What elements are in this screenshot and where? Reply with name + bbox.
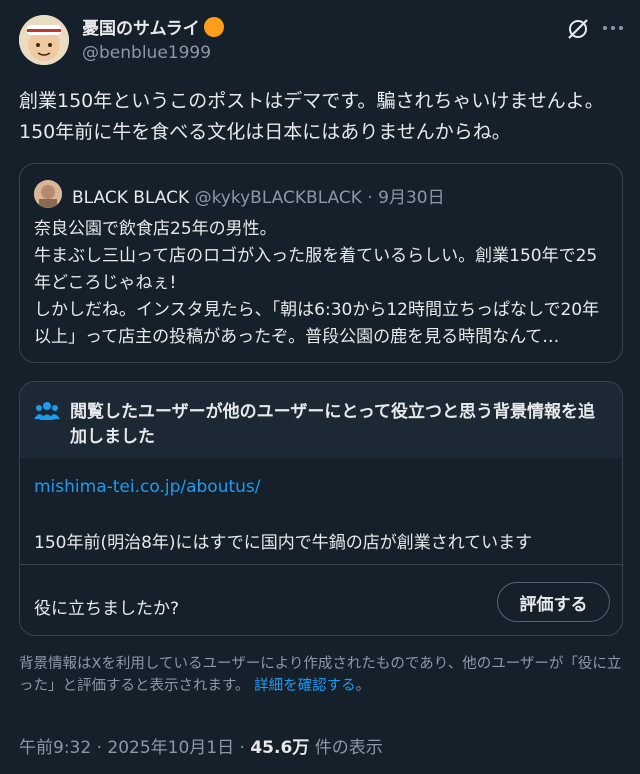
post-text: 創業150年というこのポストはデマです。騙されちゃいけませんよ。 150年前に牛… <box>19 90 604 143</box>
post-meta: 午前9:32 · 2025年10月1日 · 45.6万 件の表示 <box>19 733 383 758</box>
quote-author-avatar <box>34 180 62 208</box>
community-note: 閲覧したユーザーが他のユーザーにとって役立つと思う背景情報を追加しました mis… <box>19 381 623 636</box>
rate-button[interactable]: 評価する <box>497 582 610 622</box>
more-options-icon[interactable] <box>600 18 626 38</box>
quoted-post[interactable]: BLACK BLACK @kykyBLACKBLACK · 9月30日 奈良公園… <box>19 163 623 363</box>
quote-author-handle: @kykyBLACKBLACK <box>194 188 362 208</box>
note-source-link[interactable]: mishima-tei.co.jp/aboutus/ <box>34 477 261 497</box>
note-footnote: 背景情報はXを利用しているユーザーにより作成されたものであり、他のユーザーが「役… <box>19 653 624 697</box>
quote-text: 奈良公園で飲食店25年の男性。 牛まぶし三山って店のロゴが入った服を着ているらし… <box>34 219 600 347</box>
grok-icon[interactable] <box>565 16 591 42</box>
learn-more-link[interactable]: 詳細を確認する <box>254 678 356 694</box>
people-icon <box>34 402 60 420</box>
post-date[interactable]: 2025年10月1日 <box>107 738 234 758</box>
note-title: 閲覧したユーザーが他のユーザーにとって役立つと思う背景情報を追加しました <box>70 402 595 447</box>
helpful-question: 役に立ちましたか? <box>34 599 180 619</box>
quote-avatar-image <box>34 180 62 208</box>
footnote-end: 。 <box>355 678 371 694</box>
verified-badge-icon <box>203 16 224 37</box>
author-display-name[interactable]: 憂国のサムライ <box>82 14 200 39</box>
meta-separator-1: · <box>91 738 108 758</box>
author-avatar[interactable] <box>19 15 69 65</box>
meta-separator-2: · <box>234 738 251 758</box>
author-name-row[interactable]: 憂国のサムライ <box>82 14 224 39</box>
quote-separator: · <box>361 188 379 208</box>
avatar-image <box>19 15 69 65</box>
quote-header: BLACK BLACK @kykyBLACKBLACK · 9月30日 <box>72 183 445 208</box>
author-handle[interactable]: @benblue1999 <box>82 43 211 63</box>
note-divider <box>20 564 622 565</box>
quote-date: 9月30日 <box>378 188 445 208</box>
quote-author-name: BLACK BLACK <box>72 188 190 208</box>
note-body: 150年前(明治8年)にはすでに国内で牛鍋の店が創業されています <box>34 533 533 553</box>
view-count: 45.6万 <box>250 738 310 758</box>
view-count-label: 件の表示 <box>309 738 383 758</box>
post-time[interactable]: 午前9:32 <box>19 738 91 758</box>
